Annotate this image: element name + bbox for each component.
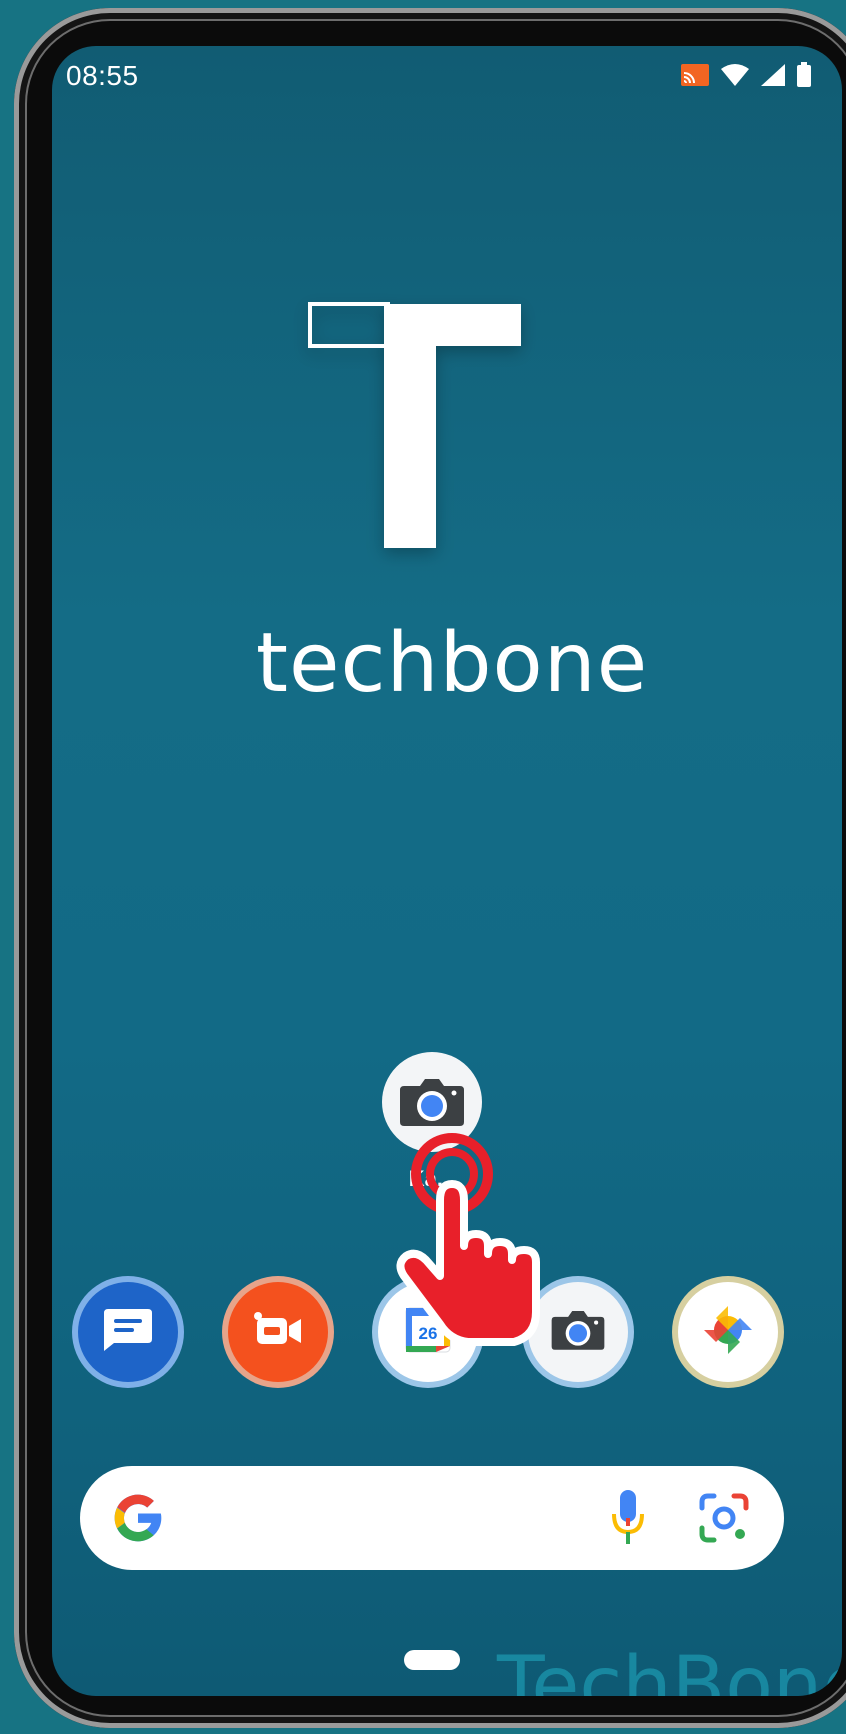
messages-app[interactable]: [78, 1282, 178, 1382]
camera-icon: [550, 1308, 606, 1357]
google-g-icon: [110, 1490, 166, 1551]
techbone-watermark: TechBone: [497, 1641, 842, 1696]
screen-recorder-app[interactable]: [228, 1282, 328, 1382]
home-screen: 08:55 techbone Ka... 26 TechBone: [52, 46, 842, 1696]
screen-recorder-icon: [251, 1310, 305, 1355]
microphone-icon[interactable]: [608, 1488, 648, 1553]
gesture-navigation-pill[interactable]: [404, 1650, 460, 1670]
messages-icon: [102, 1307, 154, 1358]
photos-app[interactable]: [678, 1282, 778, 1382]
tap-hand-icon: [396, 1133, 540, 1346]
photos-icon: [701, 1303, 755, 1362]
google-lens-icon[interactable]: [698, 1492, 750, 1549]
google-search-bar[interactable]: [80, 1466, 784, 1570]
brand-wordmark: techbone: [255, 616, 649, 711]
